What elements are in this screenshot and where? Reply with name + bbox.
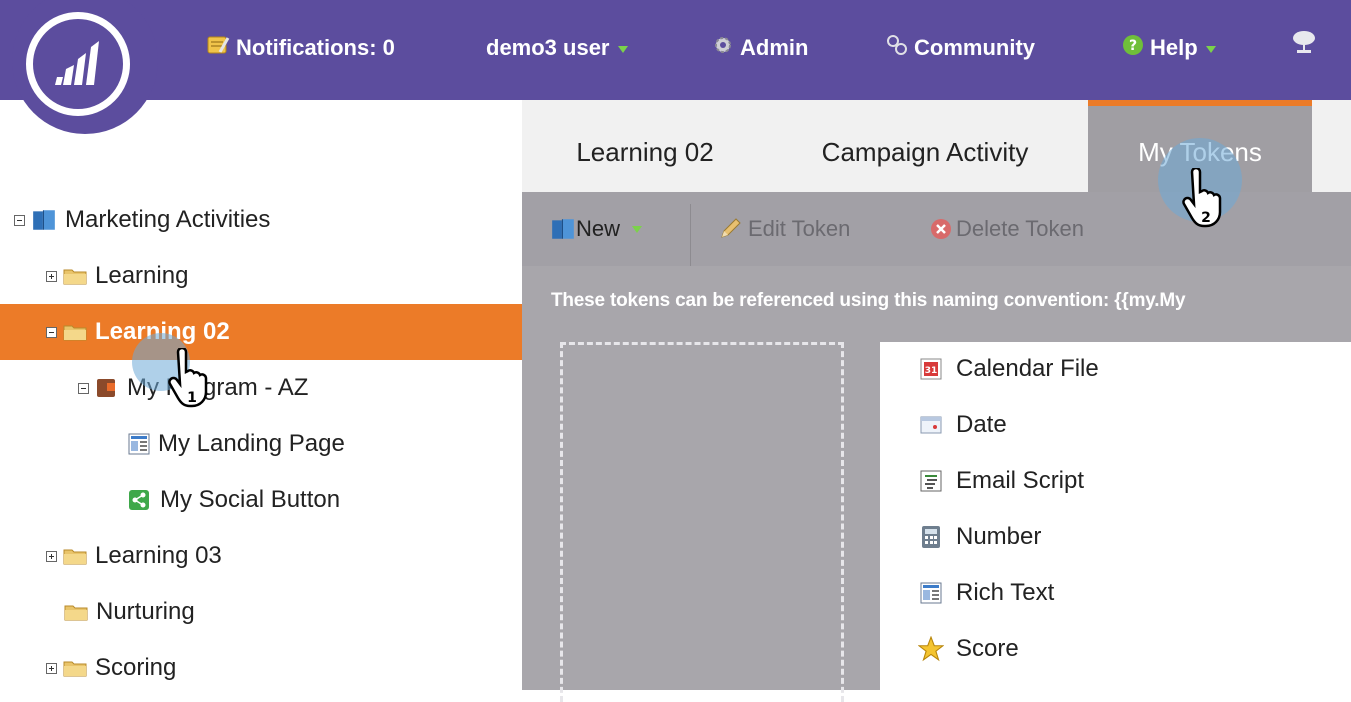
token-date[interactable]: Date (918, 403, 1007, 447)
svg-text:?: ? (1129, 38, 1137, 54)
click-highlight-2 (1158, 138, 1242, 222)
tree-item-learning[interactable]: Learning (0, 248, 522, 304)
collapse-icon[interactable] (46, 326, 57, 338)
tab-label: Learning 02 (576, 137, 714, 167)
tree-item-scoring[interactable]: Scoring (0, 640, 522, 696)
network-icon (1290, 1, 1318, 97)
token-label: Score (956, 635, 1019, 662)
expand-icon[interactable] (46, 550, 57, 562)
gear-icon (712, 1, 734, 97)
user-label: demo3 user (486, 35, 610, 60)
tab-learning-02[interactable]: Learning 02 (540, 100, 750, 192)
tree-item-marketing-activities[interactable]: Marketing Activities (0, 192, 522, 248)
book-icon (33, 210, 55, 230)
edit-token-button[interactable]: Edit Token (718, 192, 850, 266)
help-menu[interactable]: ? Help (1122, 0, 1216, 100)
tree-item-label: Nurturing (96, 598, 195, 625)
new-label: New (576, 216, 621, 241)
new-button[interactable]: New (550, 192, 643, 266)
tree-item-learning-03[interactable]: Learning 03 (0, 528, 522, 584)
number-icon (918, 524, 944, 550)
token-rich-text[interactable]: Rich Text (918, 571, 1054, 615)
social-button-icon (129, 490, 149, 510)
svg-text:31: 31 (925, 366, 938, 376)
tree-item-label: Marketing Activities (65, 206, 271, 233)
rich-text-icon (918, 580, 944, 606)
tree-item-nurturing[interactable]: Nurturing (0, 584, 522, 640)
logo-bars-icon (55, 41, 99, 85)
chevron-down-icon (632, 225, 643, 233)
book-icon (552, 219, 574, 239)
token-drop-zone[interactable] (560, 342, 844, 702)
token-calendar-file[interactable]: 31 Calendar File (918, 347, 1099, 391)
token-label: Number (956, 523, 1042, 550)
admin-label: Admin (740, 35, 809, 60)
delete-icon (931, 219, 951, 239)
token-label: Date (956, 411, 1007, 438)
notifications-label: Notifications: 0 (236, 35, 395, 60)
tree-item-label: My Social Button (160, 486, 341, 513)
user-menu[interactable]: demo3 user (486, 0, 628, 100)
community-link[interactable]: Community (886, 0, 1035, 100)
tree-item-my-landing-page[interactable]: My Landing Page (0, 416, 522, 472)
tree-item-label: Learning 03 (95, 542, 222, 569)
collapse-icon[interactable] (78, 382, 89, 394)
landing-page-icon (128, 433, 150, 455)
expand-icon[interactable] (46, 662, 57, 674)
click-highlight-1 (132, 333, 190, 391)
tree-item-learning-02[interactable]: Learning 02 (0, 304, 522, 360)
token-label: Calendar File (956, 355, 1099, 382)
token-score[interactable]: Score (918, 627, 1019, 671)
token-number[interactable]: Number (918, 515, 1041, 559)
folder-icon (63, 661, 87, 677)
global-network-button[interactable] (1290, 0, 1324, 100)
folder-icon (64, 605, 88, 621)
calendar-file-icon: 31 (918, 356, 944, 382)
tree-item-label: Scoring (95, 654, 177, 681)
token-label: Rich Text (956, 579, 1055, 606)
logo-ring (26, 12, 130, 116)
tree-item-my-program[interactable]: My Program - AZ (0, 360, 522, 416)
date-icon (918, 412, 944, 438)
admin-link[interactable]: Admin (712, 0, 808, 100)
program-icon (97, 379, 115, 397)
star-icon (918, 636, 944, 662)
tab-label: Campaign Activity (821, 137, 1029, 167)
delete-token-button[interactable]: Delete Token (930, 192, 1084, 266)
collapse-icon[interactable] (14, 214, 25, 226)
token-email-script[interactable]: Email Script (918, 459, 1084, 503)
marketo-logo[interactable] (12, 0, 158, 134)
tree-item-label: My Landing Page (158, 430, 345, 457)
folder-icon (63, 269, 87, 285)
naming-convention-hint: These tokens can be referenced using thi… (551, 290, 1186, 311)
help-label: Help (1150, 35, 1198, 60)
community-label: Community (914, 35, 1035, 60)
tree-item-my-social-button[interactable]: My Social Button (0, 472, 522, 528)
tree-item-label: Learning (95, 262, 189, 289)
community-icon (886, 1, 908, 97)
help-icon: ? (1122, 1, 1144, 97)
folder-icon (63, 549, 87, 565)
edit-token-label: Edit Token (748, 216, 851, 241)
expand-icon[interactable] (46, 270, 57, 282)
pencil-icon (721, 218, 741, 238)
delete-token-label: Delete Token (956, 216, 1085, 241)
folder-icon (63, 325, 87, 341)
token-label: Email Script (956, 467, 1085, 494)
toolbar-divider (690, 204, 691, 266)
notepad-icon (206, 1, 230, 97)
notifications-link[interactable]: Notifications: 0 (206, 0, 395, 100)
email-script-icon (918, 468, 944, 494)
chevron-down-icon (1205, 45, 1216, 53)
chevron-down-icon (617, 45, 628, 53)
tab-campaign-activity[interactable]: Campaign Activity (770, 100, 1080, 192)
